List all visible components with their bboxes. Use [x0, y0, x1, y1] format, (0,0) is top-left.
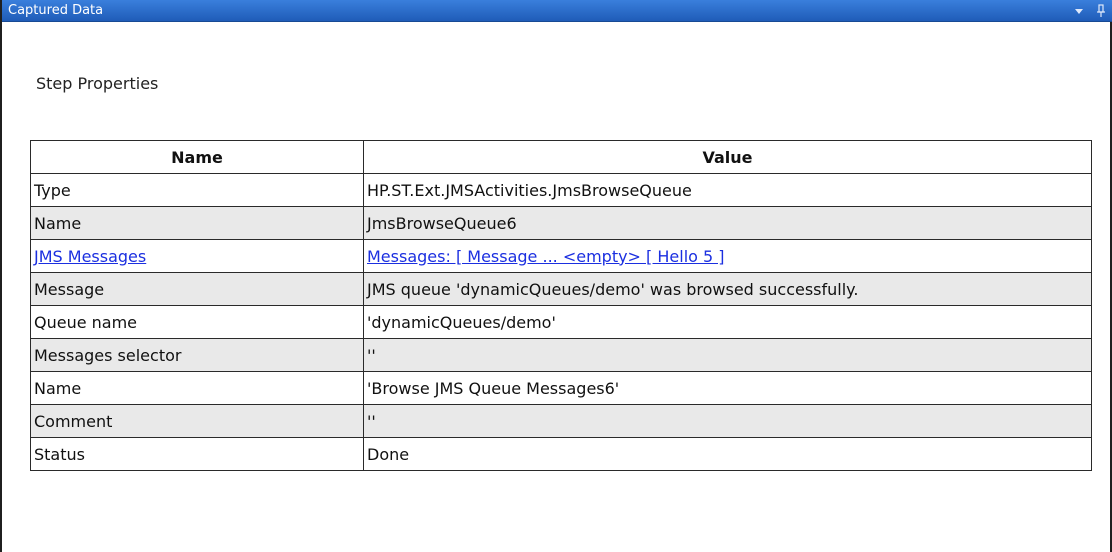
row-value-cell: JmsBrowseQueue6	[363, 206, 1092, 240]
row-value-cell: 'dynamicQueues/demo'	[363, 305, 1092, 339]
column-header-value[interactable]: Value	[363, 140, 1092, 174]
column-header-name[interactable]: Name	[30, 140, 364, 174]
panel-title: Captured Data	[8, 3, 104, 18]
table-row[interactable]: Name 'Browse JMS Queue Messages6'	[30, 371, 1092, 405]
row-name-cell: Type	[30, 173, 364, 207]
pin-icon[interactable]	[1094, 4, 1108, 18]
row-value-cell: Messages: [ Message ... <empty> [ Hello …	[363, 239, 1092, 273]
dropdown-arrow-icon[interactable]	[1072, 4, 1086, 18]
row-value-cell: HP.ST.Ext.JMSActivities.JmsBrowseQueue	[363, 173, 1092, 207]
row-value-cell: ''	[363, 404, 1092, 438]
row-name-cell: Messages selector	[30, 338, 364, 372]
row-value-cell: 'Browse JMS Queue Messages6'	[363, 371, 1092, 405]
step-properties-label: Step Properties	[36, 74, 159, 93]
row-name-cell: Name	[30, 371, 364, 405]
row-name-cell: Status	[30, 437, 364, 471]
step-properties-table: Name Value Type HP.ST.Ext.JMSActivities.…	[30, 140, 1092, 471]
table-row[interactable]: Status Done	[30, 437, 1092, 471]
messages-value-link[interactable]: Messages: [ Message ... <empty> [ Hello …	[367, 247, 725, 266]
table-header-row: Name Value	[30, 140, 1092, 174]
captured-data-panel: Captured Data Step Properties Name Value	[0, 0, 1112, 552]
table-row[interactable]: Messages selector ''	[30, 338, 1092, 372]
row-name-cell: Name	[30, 206, 364, 240]
row-name-cell: Message	[30, 272, 364, 306]
row-name-cell: Comment	[30, 404, 364, 438]
jms-messages-link[interactable]: JMS Messages	[34, 247, 146, 266]
row-name-cell: Queue name	[30, 305, 364, 339]
panel-titlebar: Captured Data	[2, 0, 1112, 22]
table-row[interactable]: Queue name 'dynamicQueues/demo'	[30, 305, 1092, 339]
row-value-cell: Done	[363, 437, 1092, 471]
table-row[interactable]: Type HP.ST.Ext.JMSActivities.JmsBrowseQu…	[30, 173, 1092, 207]
titlebar-controls	[1072, 3, 1108, 19]
table-row[interactable]: Comment ''	[30, 404, 1092, 438]
table-row[interactable]: JMS Messages Messages: [ Message ... <em…	[30, 239, 1092, 273]
row-value-cell: JMS queue 'dynamicQueues/demo' was brows…	[363, 272, 1092, 306]
row-name-cell: JMS Messages	[30, 239, 364, 273]
table-row[interactable]: Message JMS queue 'dynamicQueues/demo' w…	[30, 272, 1092, 306]
table-row[interactable]: Name JmsBrowseQueue6	[30, 206, 1092, 240]
row-value-cell: ''	[363, 338, 1092, 372]
